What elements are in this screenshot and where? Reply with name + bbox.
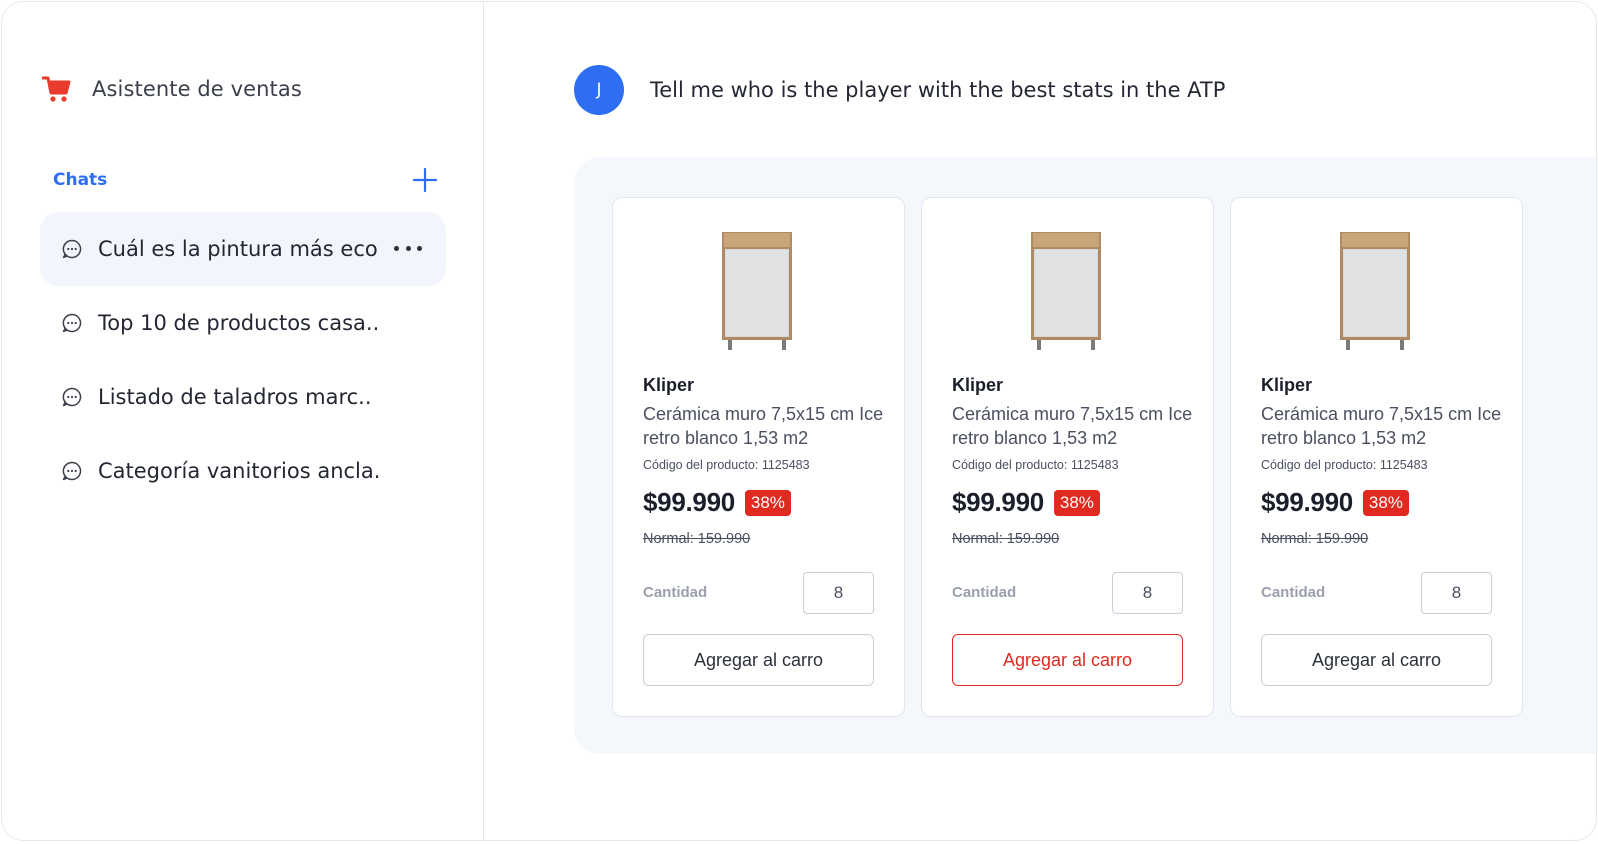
product-image [1031, 232, 1101, 350]
discount-badge: 38% [744, 489, 791, 516]
app-window: Asistente de ventas Chats Cuál es la pin… [1, 1, 1597, 841]
chats-header: Chats [53, 166, 439, 196]
avatar: J [574, 65, 624, 115]
normal-price: Normal: 159.990 [643, 531, 751, 547]
price-row: $99.990 38% [952, 487, 1100, 518]
quantity-input[interactable] [1421, 572, 1492, 614]
new-chat-button[interactable] [411, 166, 439, 194]
product-price: $99.990 [643, 487, 735, 517]
product-price: $99.990 [952, 487, 1044, 517]
app-brand: Asistente de ventas [42, 74, 302, 104]
user-message-text: Tell me who is the player with the best … [650, 78, 1226, 102]
chat-item-label: Categoría vanitorios ancla. [98, 459, 381, 483]
chat-item-3[interactable]: Listado de taladros marc.. [40, 360, 446, 434]
app-title: Asistente de ventas [92, 77, 302, 101]
product-code: Código del producto: 1125483 [952, 458, 1119, 472]
plus-icon [412, 167, 438, 193]
chat-bubble-icon [62, 239, 82, 259]
product-image [1340, 232, 1410, 350]
discount-badge: 38% [1053, 489, 1100, 516]
chat-bubble-icon [62, 313, 82, 333]
product-name[interactable]: Cerámica muro 7,5x15 cm Ice retro blanco… [643, 402, 893, 450]
product-price: $99.990 [1261, 487, 1353, 517]
product-code: Código del producto: 1125483 [1261, 458, 1428, 472]
product-code: Código del producto: 1125483 [643, 458, 810, 472]
quantity-label: Cantidad [952, 584, 1017, 601]
assistant-reply-panel: Kliper Cerámica muro 7,5x15 cm Ice retro… [574, 157, 1596, 754]
product-card: Kliper Cerámica muro 7,5x15 cm Ice retro… [921, 197, 1214, 717]
price-row: $99.990 38% [643, 487, 791, 518]
product-name[interactable]: Cerámica muro 7,5x15 cm Ice retro blanco… [952, 402, 1202, 450]
product-brand: Kliper [952, 375, 1004, 395]
add-to-cart-button[interactable]: Agregar al carro [952, 634, 1183, 686]
normal-price: Normal: 159.990 [1261, 531, 1369, 547]
chat-item-label: Listado de taladros marc.. [98, 385, 372, 409]
product-name[interactable]: Cerámica muro 7,5x15 cm Ice retro blanco… [1261, 402, 1511, 450]
product-card: Kliper Cerámica muro 7,5x15 cm Ice retro… [612, 197, 905, 717]
quantity-input[interactable] [1112, 572, 1183, 614]
quantity-input[interactable] [803, 572, 874, 614]
price-row: $99.990 38% [1261, 487, 1409, 518]
discount-badge: 38% [1362, 489, 1409, 516]
chat-item-1[interactable]: Cuál es la pintura más eco [40, 212, 446, 286]
chat-bubble-icon [62, 387, 82, 407]
chat-bubble-icon [62, 461, 82, 481]
chat-item-4[interactable]: Categoría vanitorios ancla. [40, 434, 446, 508]
chat-item-label: Cuál es la pintura más eco [98, 237, 378, 261]
add-to-cart-button[interactable]: Agregar al carro [1261, 634, 1492, 686]
chat-list: Cuál es la pintura más eco Top 10 de pro… [40, 212, 446, 508]
more-options-icon[interactable] [394, 240, 422, 256]
sidebar: Asistente de ventas Chats Cuál es la pin… [2, 2, 484, 840]
add-to-cart-button[interactable]: Agregar al carro [643, 634, 874, 686]
quantity-label: Cantidad [643, 584, 708, 601]
product-image [722, 232, 792, 350]
conversation-area: J Tell me who is the player with the bes… [484, 2, 1596, 840]
shopping-cart-icon [42, 76, 71, 102]
quantity-label: Cantidad [1261, 584, 1326, 601]
chats-label: Chats [53, 170, 108, 190]
chat-item-label: Top 10 de productos casa.. [98, 311, 380, 335]
user-message: J Tell me who is the player with the bes… [574, 65, 1225, 115]
chat-item-2[interactable]: Top 10 de productos casa.. [40, 286, 446, 360]
product-brand: Kliper [1261, 375, 1313, 395]
product-brand: Kliper [643, 375, 695, 395]
normal-price: Normal: 159.990 [952, 531, 1060, 547]
product-card: Kliper Cerámica muro 7,5x15 cm Ice retro… [1230, 197, 1523, 717]
